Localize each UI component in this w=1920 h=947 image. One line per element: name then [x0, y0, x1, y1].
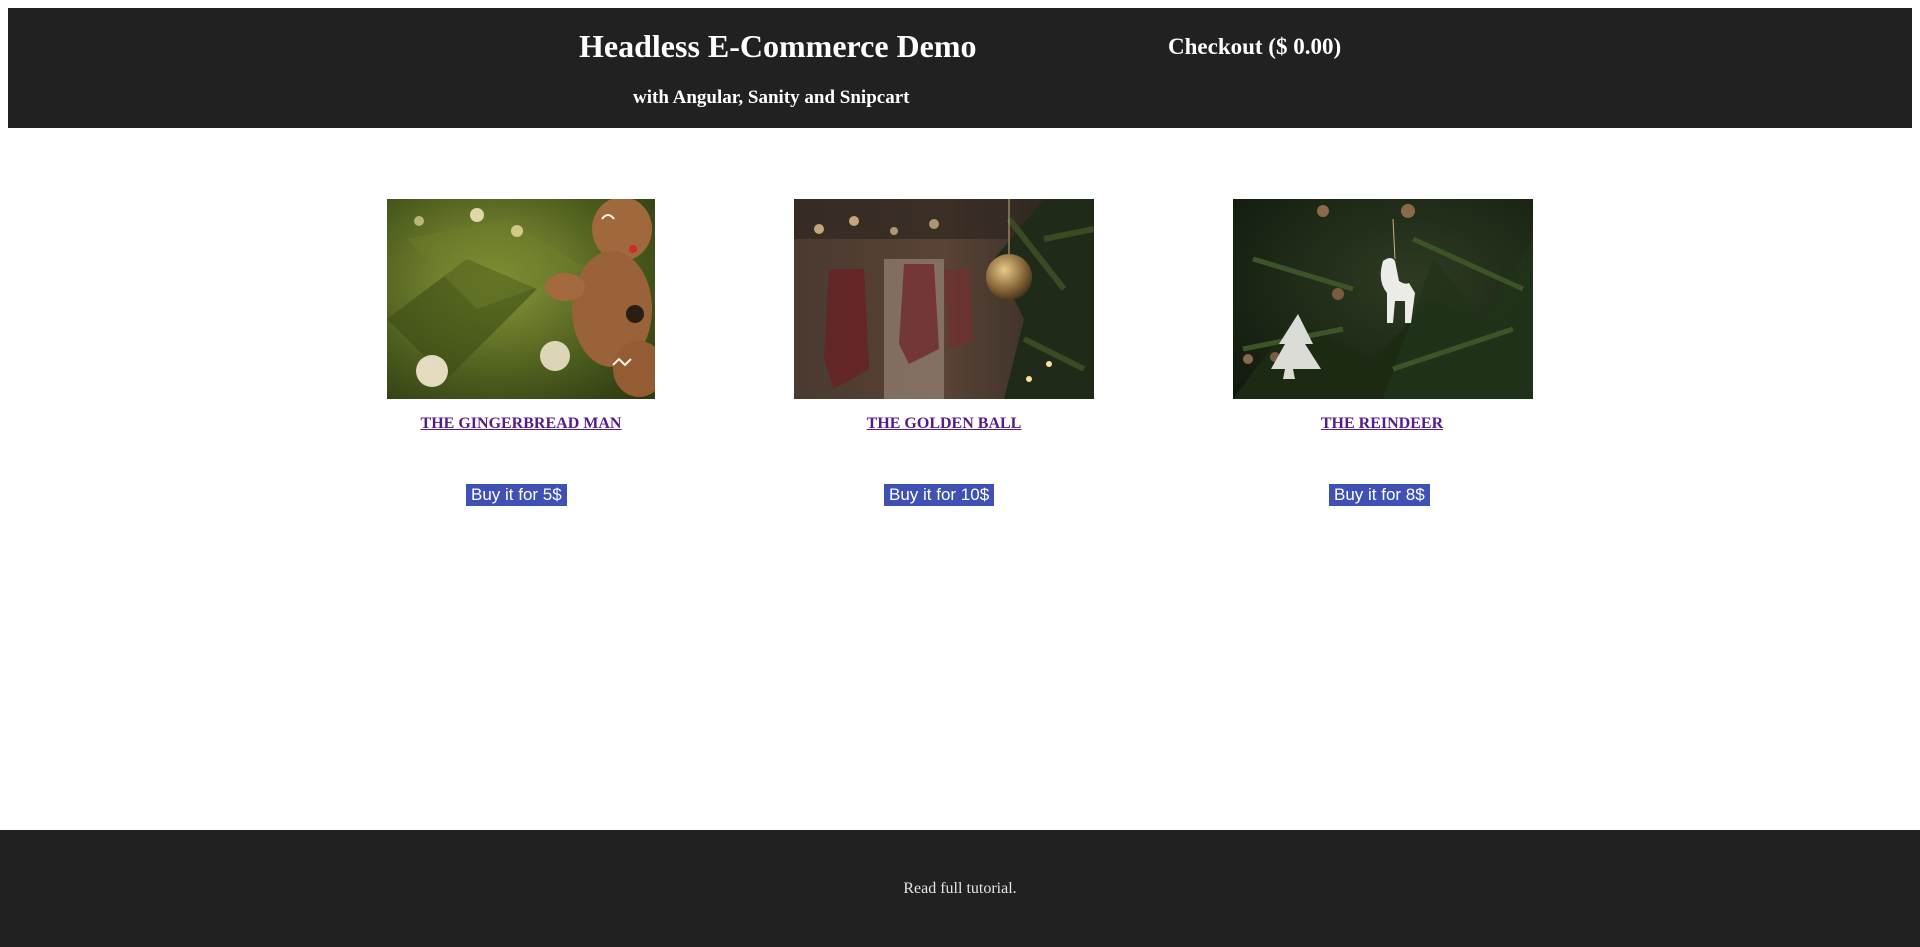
- site-title: Headless E-Commerce Demo: [579, 28, 977, 64]
- product-image: [387, 199, 655, 399]
- buy-button[interactable]: Buy it for 5$: [466, 484, 567, 506]
- site-subtitle: with Angular, Sanity and Snipcart: [633, 87, 910, 108]
- site-header: Headless E-Commerce Demo with Angular, S…: [8, 8, 1912, 128]
- tutorial-link[interactable]: Read full tutorial.: [0, 880, 1920, 898]
- site-footer: Read full tutorial.: [0, 830, 1920, 947]
- checkout-link[interactable]: Checkout ($ 0.00): [1168, 34, 1341, 60]
- product-name-link[interactable]: THE REINDEER: [1212, 415, 1552, 433]
- product-name-link[interactable]: THE GOLDEN BALL: [774, 415, 1114, 433]
- buy-button[interactable]: Buy it for 8$: [1329, 484, 1430, 506]
- product-name-link[interactable]: THE GINGERBREAD MAN: [351, 415, 691, 433]
- buy-button[interactable]: Buy it for 10$: [884, 484, 995, 506]
- product-image: [1233, 199, 1533, 399]
- product-image: [794, 199, 1094, 399]
